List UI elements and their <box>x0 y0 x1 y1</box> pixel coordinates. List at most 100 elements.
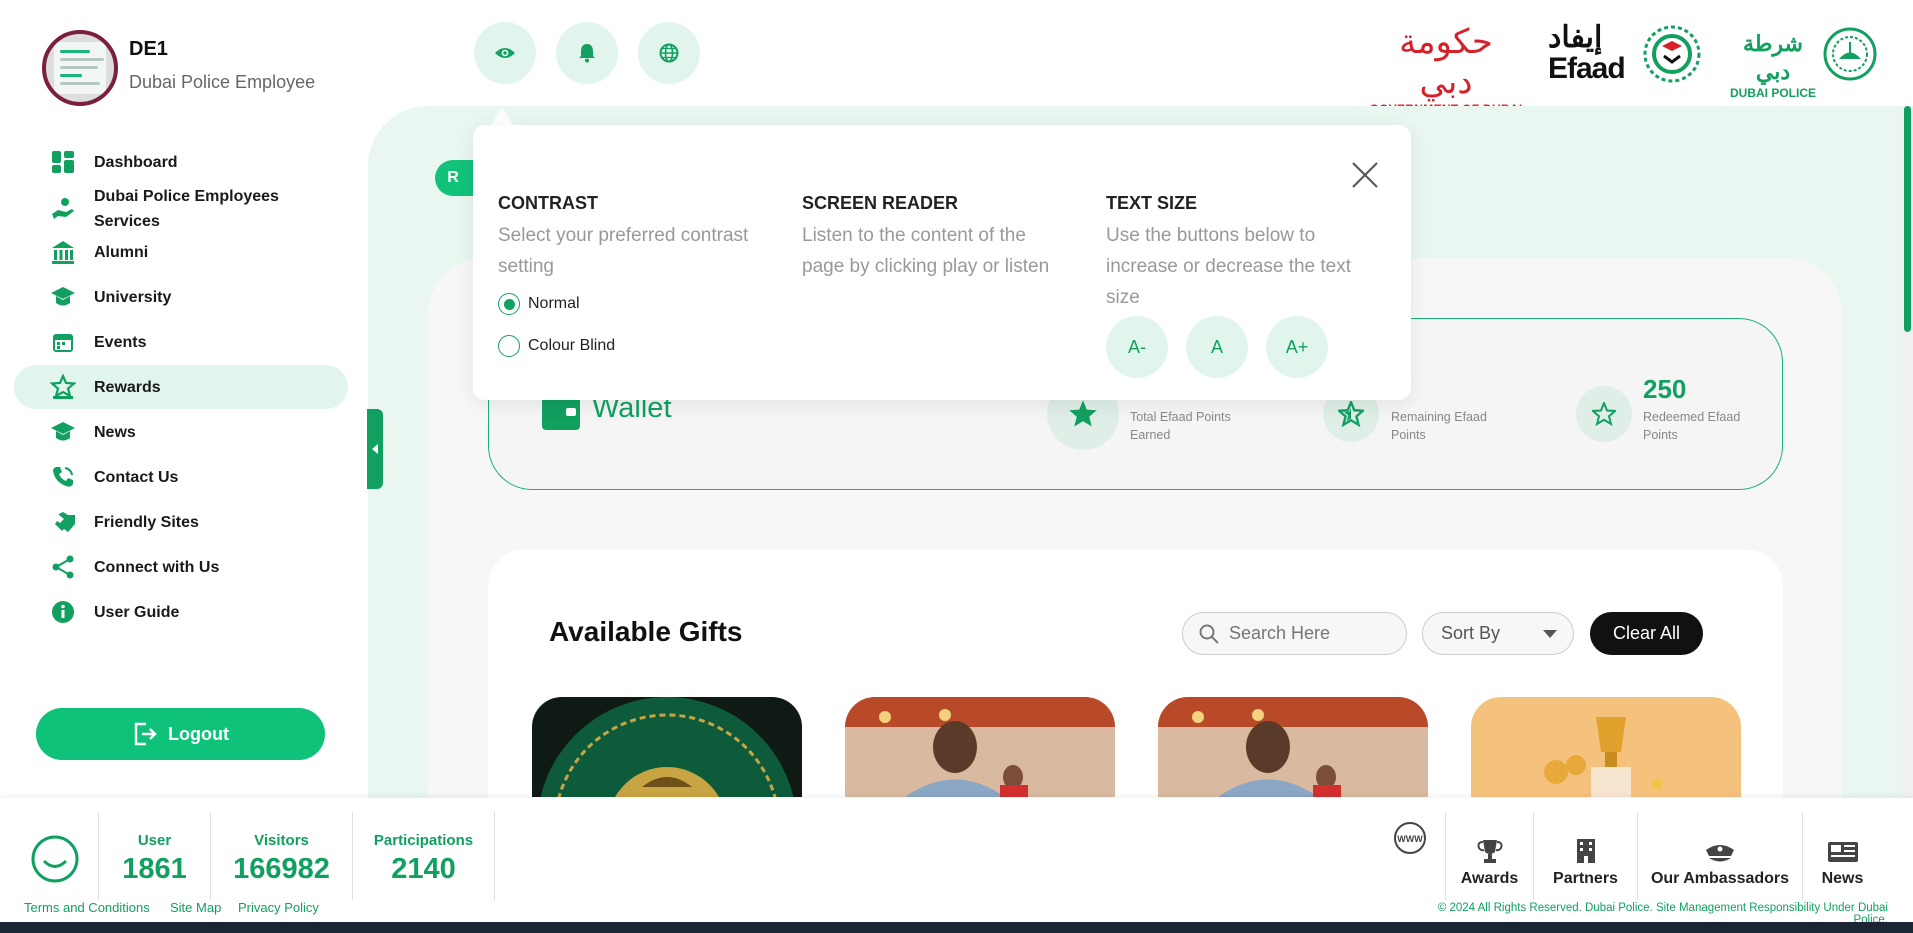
handshake-icon <box>50 509 76 535</box>
sidebar-item-events[interactable]: Events <box>14 320 348 364</box>
sort-by-dropdown[interactable]: Sort By <box>1422 612 1574 655</box>
efaad-logo[interactable]: إيفاد Efaad <box>1548 22 1704 86</box>
gift-card-image[interactable] <box>845 697 1115 797</box>
popup-pointer <box>490 108 514 126</box>
text-size-title: TEXT SIZE <box>1106 193 1198 213</box>
dashboard-icon <box>50 149 76 175</box>
close-icon <box>1352 162 1378 188</box>
total-points-label: Total Efaad Points Earned <box>1130 410 1231 442</box>
gift-card-image[interactable] <box>1158 697 1428 797</box>
user-role: Dubai Police Employee <box>129 72 316 92</box>
contrast-normal-radio[interactable]: Normal <box>498 293 768 315</box>
dubai-police-logo[interactable]: شرطة دبي DUBAI POLICE <box>1728 22 1878 100</box>
gift-card-image[interactable] <box>1471 697 1741 797</box>
quick-link-news[interactable]: News <box>1802 812 1882 900</box>
sidebar-item-news[interactable]: News <box>14 410 348 454</box>
sidebar-item-employees-services[interactable]: Dubai Police Employees Services <box>14 183 348 235</box>
sidebar-item-connect-with-us[interactable]: Connect with Us <box>14 545 348 589</box>
newspaper-icon <box>1827 842 1858 862</box>
smile-logo-icon <box>30 834 80 889</box>
person-photo-image <box>1158 697 1428 797</box>
redeemed-points-label: Redeemed Efaad Points <box>1643 410 1741 442</box>
trophy-image <box>1544 717 1663 797</box>
calendar-icon <box>50 329 76 355</box>
police-coin-image <box>540 697 794 797</box>
radio-unselected-icon <box>498 335 520 357</box>
quick-link-partners[interactable]: Partners <box>1533 812 1637 900</box>
text-size-description: Use the buttons below to increase or dec… <box>1106 225 1352 308</box>
trophy-icon <box>1477 840 1502 863</box>
radio-selected-icon <box>498 293 520 315</box>
quick-link-www[interactable]: WWW <box>1374 812 1445 900</box>
person-photo-image <box>845 697 1115 797</box>
info-icon <box>50 599 76 625</box>
remaining-points-label: Remaining Efaad Points <box>1391 410 1487 442</box>
share-icon <box>50 554 76 580</box>
screen-reader-description: Listen to the content of the page by cli… <box>802 225 1050 277</box>
footer-link-terms[interactable]: Terms and Conditions <box>24 900 150 915</box>
reset-text-size-button[interactable]: A <box>1186 316 1248 378</box>
gift-search-field[interactable] <box>1182 612 1407 655</box>
hand-service-icon <box>50 196 76 222</box>
accessibility-popup: CONTRAST Select your preferred contrast … <box>473 125 1411 400</box>
footer-stat-visitors: Visitors 166982 <box>210 812 352 900</box>
contrast-title: CONTRAST <box>498 193 598 213</box>
screen-reader-title: SCREEN READER <box>802 193 959 213</box>
government-of-dubai-logo[interactable]: حكومة دبي GOVERNMENT OF DUBAI <box>1368 22 1524 116</box>
logout-button[interactable]: Logout <box>36 708 325 760</box>
contrast-description: Select your preferred contrast setting <box>498 225 749 277</box>
notifications-button[interactable] <box>556 22 618 84</box>
os-taskbar <box>0 922 1913 933</box>
alumni-building-icon <box>50 239 76 265</box>
language-button[interactable] <box>638 22 700 84</box>
sidebar-item-alumni[interactable]: Alumni <box>14 230 348 274</box>
sidebar-item-rewards[interactable]: Rewards <box>14 365 348 409</box>
sidebar-item-friendly-sites[interactable]: Friendly Sites <box>14 500 348 544</box>
available-gifts-title: Available Gifts <box>549 616 743 647</box>
efaad-emblem-icon <box>1643 25 1701 83</box>
user-name: DE1 <box>129 38 168 60</box>
sidebar-item-user-guide[interactable]: User Guide <box>14 590 348 634</box>
building-icon <box>1576 839 1595 863</box>
eye-icon <box>495 48 515 58</box>
search-input[interactable] <box>1229 623 1399 644</box>
sidebar-collapse-toggle[interactable] <box>367 409 383 489</box>
sidebar-item-contact-us[interactable]: Contact Us <box>14 455 348 499</box>
rewards-star-icon <box>50 374 76 400</box>
www-icon: WWW <box>1393 822 1426 854</box>
close-popup-button[interactable] <box>1347 157 1383 193</box>
redeemed-points-badge <box>1576 386 1632 442</box>
increase-text-size-button[interactable]: A+ <box>1266 316 1328 378</box>
search-icon <box>1199 624 1219 644</box>
footer-link-privacy[interactable]: Privacy Policy <box>238 900 319 915</box>
sidebar-item-dashboard[interactable]: Dashboard <box>14 140 348 184</box>
bell-icon <box>579 44 595 63</box>
police-cap-icon <box>1706 845 1734 862</box>
star-outline-icon <box>1592 402 1616 426</box>
gift-card-image[interactable] <box>532 697 802 797</box>
clear-all-button[interactable]: Clear All <box>1590 612 1703 655</box>
phone-icon <box>50 464 76 490</box>
chevron-left-icon <box>372 444 378 454</box>
accessibility-button[interactable] <box>474 22 536 84</box>
decrease-text-size-button[interactable]: A- <box>1106 316 1168 378</box>
svg-text:WWW: WWW <box>1397 834 1423 844</box>
caret-down-icon <box>1543 629 1557 638</box>
scrollbar-thumb[interactable] <box>1904 106 1911 332</box>
quick-link-awards[interactable]: Awards <box>1445 812 1533 900</box>
quick-link-ambassadors[interactable]: Our Ambassadors <box>1637 812 1802 900</box>
sidebar-item-university[interactable]: University <box>14 275 348 319</box>
redeemed-points-value: 250 <box>1643 374 1687 404</box>
footer-link-sitemap[interactable]: Site Map <box>170 900 221 915</box>
user-avatar[interactable] <box>42 30 118 106</box>
news-cap-icon <box>50 419 76 445</box>
star-half-icon <box>1338 401 1364 427</box>
contrast-colour-blind-radio[interactable]: Colour Blind <box>498 335 768 357</box>
graduation-cap-icon <box>50 284 76 310</box>
star-icon <box>1069 400 1097 427</box>
footer-stat-users: User 1861 <box>98 812 210 900</box>
globe-icon <box>659 43 679 63</box>
dubai-police-emblem-icon <box>1823 27 1877 81</box>
footer-stat-participations: Participations 2140 <box>352 812 495 900</box>
logout-icon <box>134 722 157 746</box>
